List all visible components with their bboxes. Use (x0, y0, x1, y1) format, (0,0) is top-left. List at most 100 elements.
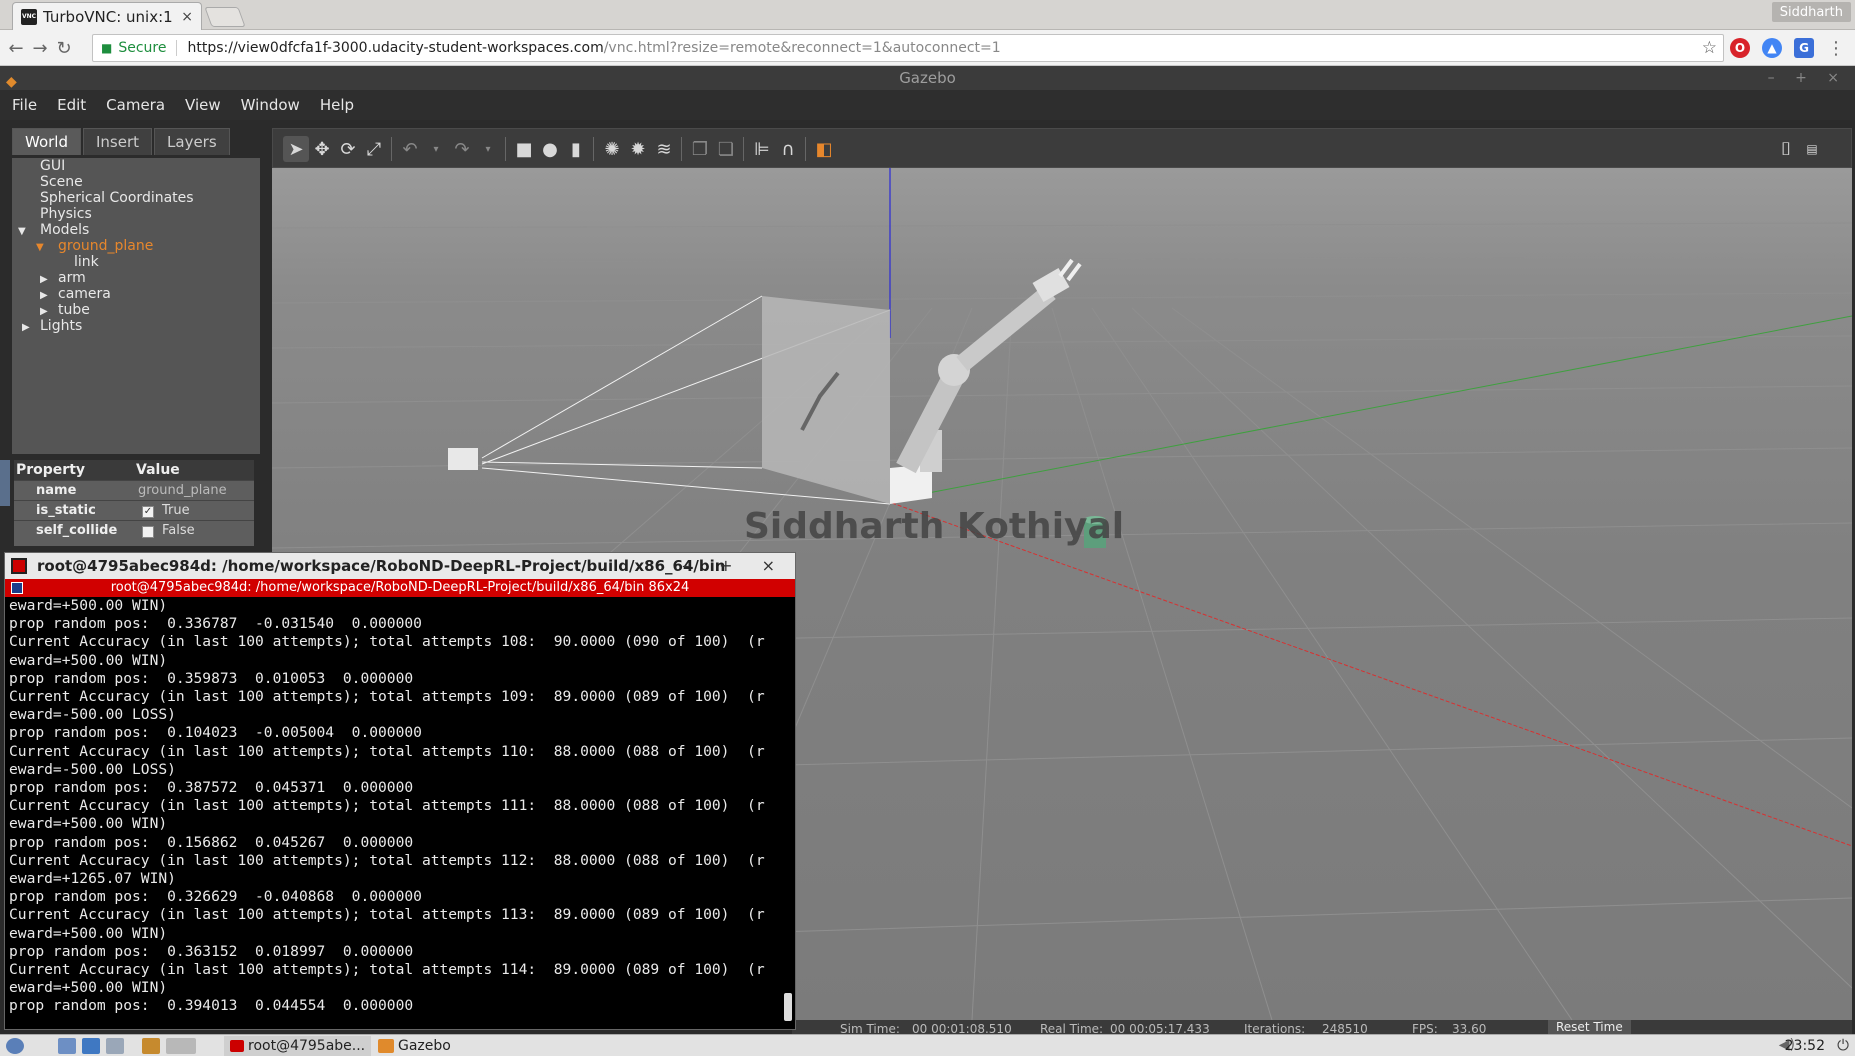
tab-layers[interactable]: Layers (154, 128, 230, 155)
terminal-window[interactable]: root@4795abec984d: /home/workspace/RoboN… (4, 552, 796, 1030)
tree-item-tube[interactable]: tube (58, 302, 90, 318)
tree-item-arm[interactable]: arm (58, 270, 86, 286)
select-icon[interactable]: ➤ (283, 136, 309, 162)
translate-icon[interactable]: G (1794, 38, 1814, 58)
tree-item-physics[interactable]: Physics (40, 206, 92, 222)
terminal-titlebar[interactable]: root@4795abec984d: /home/workspace/RoboN… (5, 553, 795, 579)
menu-icon[interactable]: ⋮ (1826, 38, 1846, 59)
scrollbar-thumb[interactable] (784, 993, 792, 1021)
terminal-scrollbar[interactable] (783, 597, 793, 1027)
start-menu-icon[interactable] (6, 1036, 24, 1056)
terminal-line: Current Accuracy (in last 100 attempts);… (9, 961, 765, 979)
tree-item-lights[interactable]: Lights (40, 318, 82, 334)
tree-item-scene[interactable]: Scene (40, 174, 83, 190)
menu-help[interactable]: Help (320, 96, 354, 114)
tab-world[interactable]: World (12, 128, 81, 155)
camera-image-plane (762, 296, 890, 504)
panel-resize-handle[interactable] (0, 460, 10, 506)
back-icon[interactable]: ← (6, 38, 26, 59)
log-icon[interactable]: ▤ (1799, 136, 1825, 162)
expand-right-icon[interactable]: ▶ (22, 322, 30, 333)
translate-icon[interactable]: ✥ (309, 136, 335, 162)
sim-time-label: Sim Time: (840, 1022, 900, 1034)
url-bar[interactable]: ■ Secure https://view0dfcfa1f-3000.udaci… (92, 34, 1724, 62)
terminal-line: eward=+500.00 WIN) (9, 924, 168, 942)
expand-right-icon[interactable]: ▶ (40, 290, 48, 301)
directional-light-icon[interactable]: ≋ (651, 136, 677, 162)
checkbox-icon[interactable] (142, 526, 154, 538)
value-header-label: Value (136, 462, 180, 478)
star-icon[interactable]: ☆ (1702, 38, 1717, 58)
power-icon[interactable]: ⏻ (1837, 1036, 1849, 1054)
dropdown-icon[interactable]: ▾ (423, 136, 449, 162)
terminal-output[interactable]: eward=+500.00 WIN) prop random pos: 0.336… (7, 597, 785, 1027)
dropdown-icon[interactable]: ▾ (475, 136, 501, 162)
iterations-value: 248510 (1322, 1022, 1368, 1034)
tree-item-models[interactable]: Models (40, 222, 89, 238)
reload-icon[interactable]: ↻ (54, 38, 74, 59)
taskbar-gazebo-task[interactable]: Gazebo (374, 1036, 455, 1056)
menu-window[interactable]: Window (241, 96, 300, 114)
launcher-network-icon[interactable] (82, 1036, 100, 1056)
property-row-collide[interactable]: self_collide False (14, 520, 254, 540)
y-axis (901, 315, 1852, 499)
menu-view[interactable]: View (185, 96, 221, 114)
view-angle-icon[interactable]: ◧ (811, 136, 837, 162)
checkbox-checked-icon[interactable]: ✓ (142, 506, 154, 518)
terminal-line: eward=+500.00 WIN) (9, 597, 168, 614)
expand-right-icon[interactable]: ▶ (40, 274, 48, 285)
box-icon[interactable]: ■ (511, 136, 537, 162)
terminal-window-controls[interactable]: – + × (682, 556, 787, 575)
scale-icon[interactable]: ⤢ (361, 136, 387, 162)
rotate-icon[interactable]: ⟳ (335, 136, 361, 162)
property-row-static[interactable]: is_static ✓ True (14, 500, 254, 520)
tree-item-ground-plane[interactable]: ground_plane (58, 238, 153, 254)
terminal-line: eward=+1265.07 WIN) (9, 870, 176, 888)
point-light-icon[interactable]: ✺ (599, 136, 625, 162)
browser-tab[interactable]: VNC TurboVNC: unix:1 ( × (12, 2, 202, 30)
reset-time-button[interactable]: Reset Time (1548, 1020, 1631, 1034)
cylinder-icon[interactable]: ▮ (563, 136, 589, 162)
redo-icon[interactable]: ↷ (449, 136, 475, 162)
expand-right-icon[interactable]: ▶ (40, 306, 48, 317)
launcher-terminal-icon[interactable] (142, 1036, 160, 1056)
terminal-line: Current Accuracy (in last 100 attempts);… (9, 906, 765, 924)
launcher-file-manager-icon[interactable] (58, 1036, 76, 1056)
drive-icon[interactable]: ▲ (1762, 38, 1782, 58)
terminal-line: eward=+500.00 WIN) (9, 651, 168, 669)
taskbar-terminal-task[interactable]: root@4795abe... (224, 1036, 372, 1056)
camera-model (448, 448, 478, 470)
menu-edit[interactable]: Edit (57, 96, 86, 114)
terminal-line: Current Accuracy (in last 100 attempts);… (9, 742, 765, 760)
close-icon[interactable]: × (181, 9, 193, 25)
menu-file[interactable]: File (12, 96, 37, 114)
spot-light-icon[interactable]: ✹ (625, 136, 651, 162)
expand-down-icon[interactable]: ▼ (36, 242, 44, 253)
launcher-blank-icon[interactable] (166, 1036, 196, 1056)
terminal-title: root@4795abec984d: /home/workspace/RoboN… (37, 557, 726, 575)
window-controls[interactable]: – + × (1768, 66, 1847, 90)
profile-button[interactable]: Siddharth (1771, 2, 1851, 22)
lock-icon: ■ (101, 41, 113, 55)
snap-icon[interactable]: ∩ (775, 136, 801, 162)
paste-icon[interactable]: ❏ (713, 136, 739, 162)
opera-icon[interactable]: O (1730, 38, 1750, 58)
align-icon[interactable]: ⊫ (749, 136, 775, 162)
forward-icon[interactable]: → (30, 38, 50, 59)
tree-item-spherical[interactable]: Spherical Coordinates (40, 190, 194, 206)
new-tab-button[interactable] (204, 7, 246, 27)
url-path: /vnc.html?resize=remote&reconnect=1&auto… (603, 40, 1001, 56)
sphere-icon[interactable]: ● (537, 136, 563, 162)
screenshot-icon[interactable]: ⌷ (1773, 136, 1799, 162)
tree-item-gui[interactable]: GUI (40, 158, 65, 174)
copy-icon[interactable]: ❐ (687, 136, 713, 162)
tree-item-camera[interactable]: camera (58, 286, 111, 302)
undo-icon[interactable]: ↶ (397, 136, 423, 162)
terminal-line: eward=+500.00 WIN) (9, 815, 168, 833)
property-row-name[interactable]: name ground_plane (14, 480, 254, 500)
tree-item-link[interactable]: link (74, 254, 99, 270)
tab-insert[interactable]: Insert (83, 128, 153, 155)
expand-down-icon[interactable]: ▼ (18, 226, 26, 237)
launcher-window-icon[interactable] (106, 1036, 124, 1056)
menu-camera[interactable]: Camera (106, 96, 165, 114)
